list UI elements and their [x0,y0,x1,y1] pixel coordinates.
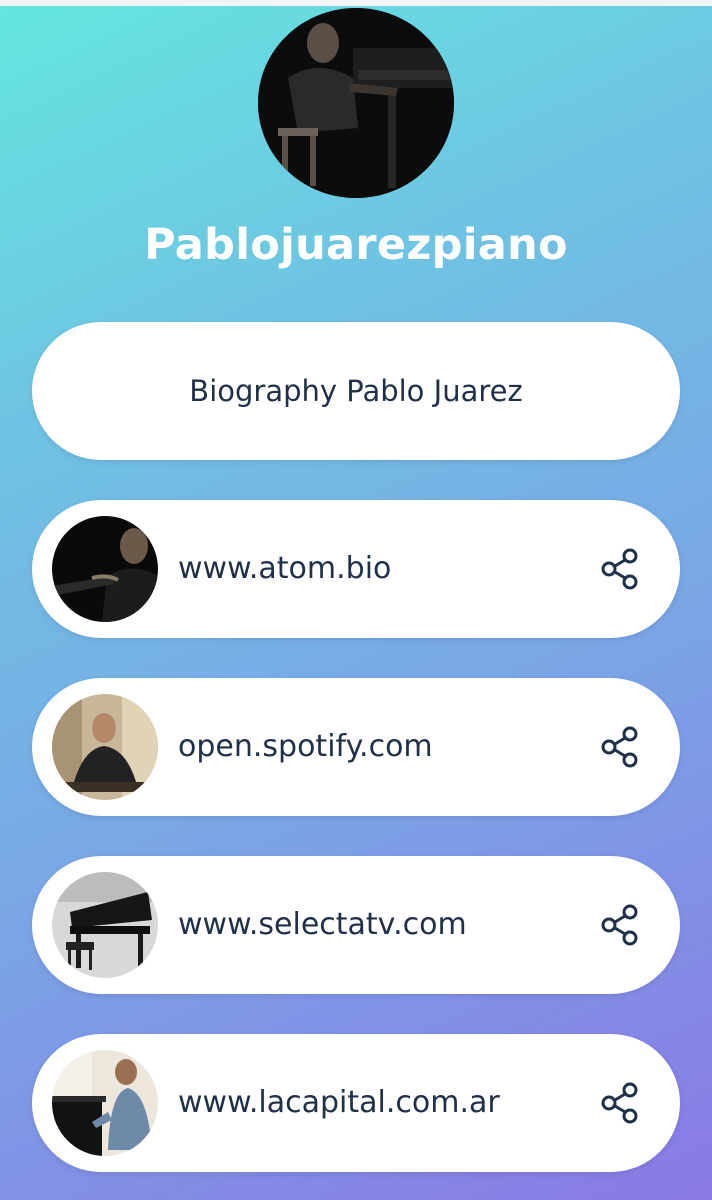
share-icon[interactable] [598,1081,642,1125]
link-button-lacapital[interactable]: www.lacapital.com.ar [32,1034,680,1172]
link-label: www.lacapital.com.ar [178,1085,500,1120]
link-label: Biography Pablo Juarez [189,374,523,408]
share-icon[interactable] [598,903,642,947]
status-strip [0,0,712,6]
portrait-photo-icon [52,694,158,800]
link-button-atom-bio[interactable]: www.atom.bio [32,500,680,638]
pianist-dark-photo-icon [52,516,158,622]
link-button-selectatv[interactable]: www.selectatv.com [32,856,680,994]
link-label: www.atom.bio [178,551,392,586]
share-icon[interactable] [598,725,642,769]
profile-avatar [258,8,454,198]
biography-link-button[interactable]: Biography Pablo Juarez [32,322,680,460]
link-label: www.selectatv.com [178,907,467,942]
grand-piano-photo-icon [52,872,158,978]
share-icon[interactable] [598,547,642,591]
pianist-playing-photo-icon [52,1050,158,1156]
link-label: open.spotify.com [178,729,433,764]
link-button-spotify[interactable]: open.spotify.com [32,678,680,816]
profile-name: Pablojuarezpiano [144,220,568,270]
